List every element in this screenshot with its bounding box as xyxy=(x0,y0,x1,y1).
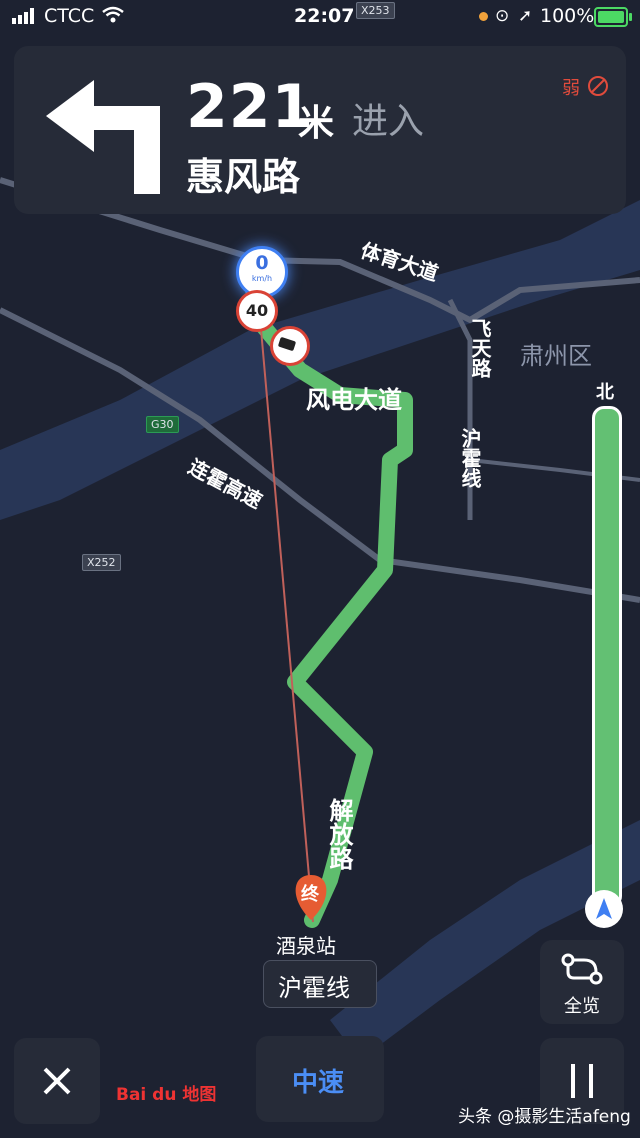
speed-mode-label: 中速 xyxy=(292,1068,345,1098)
shield-x252: X252 xyxy=(82,554,121,571)
current-speed: 0 xyxy=(255,252,269,274)
distance-unit: 米 xyxy=(298,103,335,144)
clock: 22:07 xyxy=(294,5,355,27)
progress-car-marker xyxy=(585,890,623,928)
close-icon xyxy=(43,1067,71,1095)
action-text: 进入 xyxy=(352,101,425,142)
pause-icon xyxy=(571,1064,593,1098)
route-overview-icon xyxy=(561,953,603,985)
camera-icon xyxy=(270,326,310,366)
road-label-huhuo: 沪霍线 xyxy=(458,428,482,488)
shield-x253: X253 xyxy=(356,2,395,19)
navigation-arrow-icon xyxy=(596,898,612,919)
next-road-name: 惠风路 xyxy=(186,155,301,199)
baidu-logo-text: Bai du 地图 xyxy=(116,1085,217,1105)
speed-mode-button[interactable]: 中速 xyxy=(256,1036,384,1122)
turn-left-icon xyxy=(46,80,160,194)
shield-g30: G30 xyxy=(146,416,179,433)
overview-button[interactable]: 全览 xyxy=(540,940,624,1024)
wifi-icon xyxy=(102,6,124,23)
distance-value: 221 xyxy=(186,72,315,142)
recording-dot-icon xyxy=(479,12,488,21)
speed-limit-sign: 40 xyxy=(236,290,278,332)
road-label-north: 北 xyxy=(596,382,614,403)
destination-marker-text: 终 xyxy=(301,884,319,905)
location-arrow-icon: ➚ xyxy=(518,6,533,26)
watermark: 头条 @摄影生活afeng xyxy=(458,1107,631,1127)
signal-bars-icon xyxy=(12,8,34,24)
carrier: CTCC xyxy=(44,5,95,27)
speed-unit: km/h xyxy=(251,274,273,283)
station-label: 酒泉站 xyxy=(276,934,336,958)
status-bar: CTCC 22:07 ⊙ ➚ 100% xyxy=(0,0,640,34)
exit-button[interactable] xyxy=(14,1038,100,1124)
overview-label: 全览 xyxy=(564,996,600,1017)
battery-icon xyxy=(594,7,632,27)
battery-percent: 100% xyxy=(540,5,595,27)
station-line-chip[interactable]: 沪霍线 xyxy=(263,960,377,1008)
route-progress-bar xyxy=(592,406,622,908)
district-label: 肃州区 xyxy=(520,342,592,370)
gps-weak-icon xyxy=(588,76,608,96)
station-line-label: 沪霍线 xyxy=(278,974,350,1002)
rotation-lock-icon: ⊙ xyxy=(495,6,510,26)
baidu-logo: Bai du 地图 xyxy=(116,1080,216,1105)
road-label-fengdian: 风电大道 xyxy=(306,386,402,414)
gps-signal-label: 弱 xyxy=(562,78,580,99)
turn-instruction-card: 221 米 进入 惠风路 弱 xyxy=(14,46,626,214)
road-label-feitian: 飞天路 xyxy=(468,318,492,378)
road-label-jiefang: 解放路 xyxy=(325,798,353,870)
